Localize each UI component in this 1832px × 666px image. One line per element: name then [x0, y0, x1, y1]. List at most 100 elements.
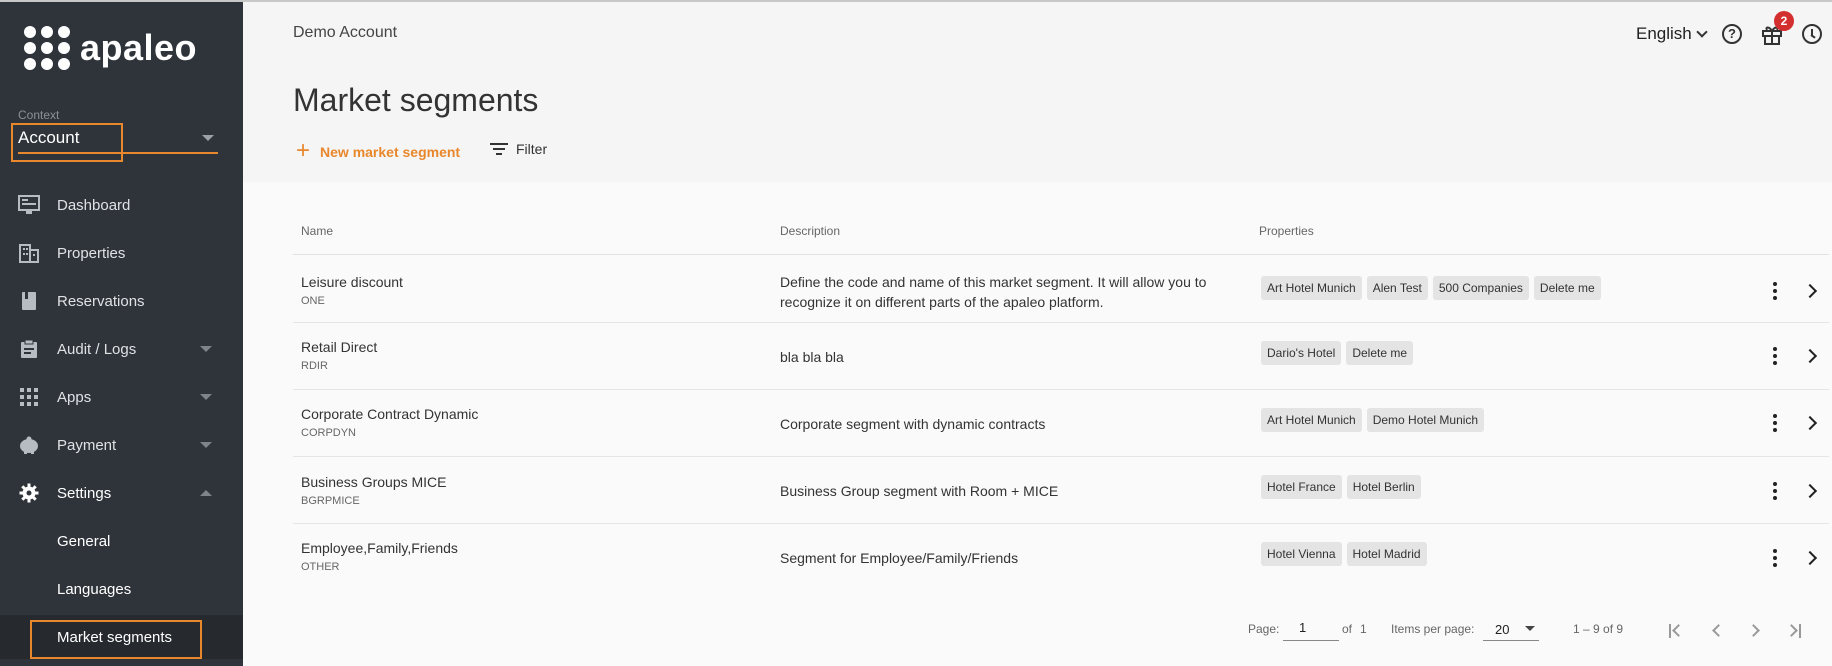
of-label: of: [1342, 622, 1353, 636]
caret-down-icon: [200, 442, 212, 448]
caret-down-icon: [202, 135, 214, 141]
segment-code: BGRPMICE: [301, 495, 360, 507]
sidebar-item-label: Dashboard: [57, 196, 131, 214]
clipboard-icon: [18, 338, 40, 360]
column-header-properties[interactable]: Properties: [1259, 224, 1314, 238]
property-chips: Art Hotel Munich Alen Test 500 Companies…: [1261, 276, 1601, 300]
sidebar-item-reservations[interactable]: Reservations: [0, 279, 243, 323]
segment-code: OTHER: [301, 561, 340, 573]
more-vert-icon[interactable]: [1768, 347, 1782, 367]
page-title: Market segments: [293, 82, 539, 118]
context-highlight-box: [11, 123, 123, 162]
market-segments-highlight-box: [30, 620, 202, 659]
plus-icon: +: [296, 137, 311, 164]
chevron-right-icon[interactable]: [1802, 283, 1818, 299]
table-row[interactable]: Corporate Contract Dynamic CORPDYN Corpo…: [293, 390, 1829, 457]
caret-down-icon: [200, 394, 212, 400]
items-per-page-select[interactable]: 20: [1483, 615, 1539, 641]
caret-down-icon: [200, 346, 212, 352]
property-chip: Art Hotel Munich: [1261, 276, 1362, 300]
caret-down-icon: [1525, 626, 1535, 631]
property-chips: Dario's Hotel Delete me: [1261, 341, 1414, 365]
property-chips: Hotel France Hotel Berlin: [1261, 475, 1421, 499]
gear-icon: [18, 482, 40, 504]
property-chip: Demo Hotel Munich: [1366, 408, 1485, 432]
segment-description: Segment for Employee/Family/Friends: [780, 550, 1019, 566]
property-chip: Delete me: [1346, 341, 1414, 365]
grid-icon: [18, 386, 40, 408]
property-chip: Art Hotel Munich: [1261, 408, 1362, 432]
chevron-right-icon[interactable]: [1802, 348, 1818, 364]
property-chip: Hotel Vienna: [1261, 542, 1342, 566]
property-chip: Alen Test: [1366, 276, 1428, 300]
context-label: Context: [18, 108, 60, 122]
more-vert-icon[interactable]: [1768, 414, 1782, 434]
segment-description: Corporate segment with dynamic contracts: [780, 416, 1046, 432]
chevron-right-icon[interactable]: [1802, 483, 1818, 499]
more-vert-icon[interactable]: [1768, 482, 1782, 502]
property-chip: Hotel Berlin: [1346, 475, 1421, 499]
new-market-segment-button[interactable]: + New market segment: [296, 137, 460, 164]
segment-code: RDIR: [301, 360, 328, 372]
chevron-right-icon[interactable]: [1802, 550, 1818, 566]
sidebar-subitem-general[interactable]: General: [0, 519, 243, 563]
segment-name: Business Groups MICE: [301, 474, 447, 490]
column-header-name[interactable]: Name: [301, 224, 333, 238]
sidebar-item-audit-logs[interactable]: Audit / Logs: [0, 327, 243, 371]
column-header-description[interactable]: Description: [780, 224, 840, 238]
property-chips: Art Hotel Munich Demo Hotel Munich: [1261, 408, 1485, 432]
range-label: 1 – 9 of 9: [1573, 622, 1624, 636]
property-chips: Hotel Vienna Hotel Madrid: [1261, 542, 1427, 566]
more-vert-icon[interactable]: [1768, 549, 1782, 569]
segment-description: bla bla bla: [780, 349, 844, 365]
logo-text: apaleo: [80, 27, 198, 68]
more-vert-icon[interactable]: [1768, 282, 1782, 302]
segment-name: Employee,Family,Friends: [301, 540, 458, 556]
apaleo-logo[interactable]: apaleo: [24, 26, 197, 70]
property-chip: Hotel Madrid: [1346, 542, 1427, 566]
property-chip: Hotel France: [1261, 475, 1342, 499]
sidebar-item-label: Reservations: [57, 292, 145, 310]
first-page-icon[interactable]: [1666, 620, 1688, 642]
items-per-page-label: Items per page:: [1391, 622, 1475, 636]
page-number-input[interactable]: [1283, 615, 1339, 641]
book-icon: [18, 290, 40, 312]
monitor-icon: [18, 194, 40, 216]
sidebar-subitem-label: General: [57, 532, 111, 550]
language-select[interactable]: English: [1636, 24, 1708, 44]
chevron-down-icon: [1696, 26, 1708, 38]
sidebar-item-dashboard[interactable]: Dashboard: [0, 183, 243, 227]
table-row[interactable]: Employee,Family,Friends OTHER Segment fo…: [293, 524, 1829, 591]
sidebar-item-label: Audit / Logs: [57, 340, 137, 358]
building-icon: [18, 242, 40, 264]
clock-icon[interactable]: [1802, 24, 1822, 44]
table-header-divider: [293, 254, 1829, 255]
chevron-right-icon[interactable]: [1802, 415, 1818, 431]
table-row[interactable]: Business Groups MICE BGRPMICE Business G…: [293, 457, 1829, 524]
segment-name: Corporate Contract Dynamic: [301, 406, 479, 422]
last-page-icon[interactable]: [1784, 620, 1806, 642]
help-icon[interactable]: ?: [1722, 24, 1742, 44]
table-row[interactable]: Retail Direct RDIR bla bla bla Dario's H…: [293, 323, 1829, 390]
sidebar-item-settings[interactable]: Settings: [0, 471, 243, 515]
language-value: English: [1636, 24, 1692, 43]
notification-badge: 2: [1774, 11, 1794, 31]
sidebar-subitem-languages[interactable]: Languages: [0, 567, 243, 611]
logo-dots-icon: [24, 26, 70, 70]
filter-button[interactable]: Filter: [490, 141, 547, 157]
next-page-icon[interactable]: [1745, 620, 1767, 642]
filter-icon: [490, 142, 508, 156]
window-top-border: [0, 0, 1832, 2]
property-chip: Dario's Hotel: [1261, 341, 1342, 365]
previous-page-icon[interactable]: [1706, 620, 1728, 642]
table-row[interactable]: Leisure discount ONE Define the code and…: [293, 256, 1829, 323]
segment-code: CORPDYN: [301, 427, 357, 439]
sidebar-item-apps[interactable]: Apps: [0, 375, 243, 419]
sidebar-item-label: Apps: [57, 388, 92, 406]
segment-code: ONE: [301, 295, 325, 307]
segment-name: Retail Direct: [301, 339, 378, 355]
sidebar-item-payment[interactable]: Payment: [0, 423, 243, 467]
sidebar-subitem-label: Languages: [57, 580, 132, 598]
segment-description: Business Group segment with Room + MICE: [780, 483, 1059, 499]
sidebar-item-properties[interactable]: Properties: [0, 231, 243, 275]
